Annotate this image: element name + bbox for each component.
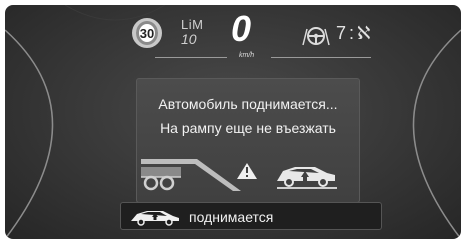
speed-value: 0 xyxy=(231,8,252,49)
speed-divider-right xyxy=(271,57,371,58)
limiter-label: LiM xyxy=(181,17,204,32)
lift-status-bar: поднимается xyxy=(120,202,382,230)
lift-status-text: поднимается xyxy=(189,209,274,225)
speed-divider-left xyxy=(155,57,227,58)
limiter-value: 10 xyxy=(181,31,197,47)
top-status-bar: 30 LiM 10 0 km/h 7:ℵ xyxy=(5,5,461,75)
gear-display: 7:ℵ xyxy=(336,23,374,43)
speed-unit: km/h xyxy=(239,52,255,59)
car-lift-icon xyxy=(131,211,179,226)
lift-message-dialog: Автомобиль поднимается... На рампу еще н… xyxy=(136,78,360,203)
tow-ramp-icon xyxy=(141,159,241,191)
ramp-illustration xyxy=(141,159,337,191)
dialog-message-line1: Автомобиль поднимается... xyxy=(158,96,338,112)
steering-assist-icon xyxy=(302,27,330,46)
speed-limit-value: 30 xyxy=(136,21,158,45)
car-lift-icon xyxy=(277,167,337,189)
instrument-cluster: 30 LiM 10 0 km/h 7:ℵ Автомобиль поднимае… xyxy=(5,5,461,239)
dialog-message-line2: На рампу еще не въезжать xyxy=(160,120,336,136)
speed-limit-sign: 30 xyxy=(132,18,162,48)
warning-triangle-icon xyxy=(237,163,257,179)
